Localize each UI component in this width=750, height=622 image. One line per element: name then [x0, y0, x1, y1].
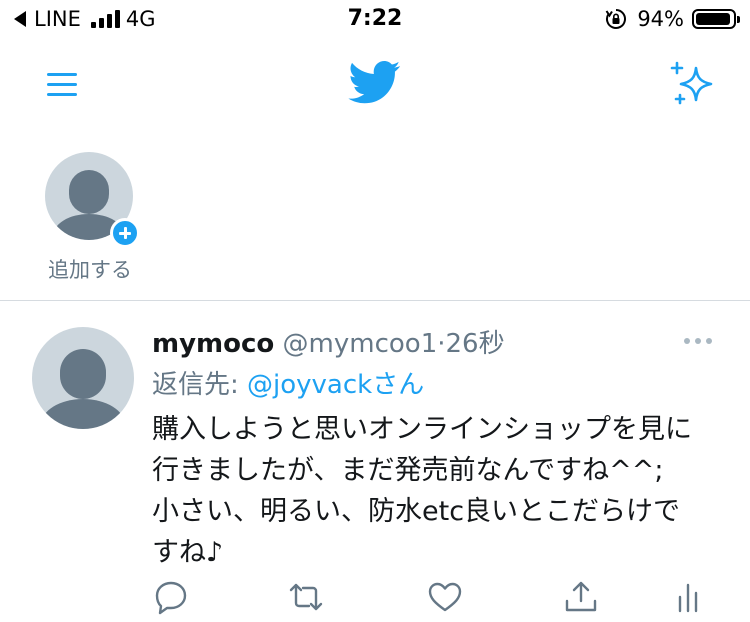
tweet-body: 購入しようと思いオンラインショップを見に 行きましたが、まだ発売前なんですね^^… — [152, 409, 742, 573]
add-fleet-label: 追加する — [48, 258, 132, 282]
hamburger-menu-icon[interactable] — [45, 64, 83, 102]
status-bar: LINE 4G 7:22 94% — [0, 0, 750, 42]
user-handle[interactable]: @mymcoo1 — [283, 329, 438, 359]
battery-cap — [737, 16, 740, 23]
fleets-row: 追加する — [0, 132, 750, 300]
person-silhouette-icon — [41, 349, 125, 429]
reply-icon[interactable] — [153, 579, 189, 615]
battery-icon — [692, 9, 740, 29]
tweet-text-line: 購入しようと思いオンラインショップを見に — [152, 414, 692, 445]
twitter-bird-icon[interactable] — [345, 56, 405, 108]
status-right: 94% — [605, 7, 740, 31]
tweet-text-line: 行きましたが、まだ発売前なんですね^^; — [152, 455, 664, 486]
more-options-icon[interactable] — [684, 338, 712, 344]
display-name[interactable]: mymoco — [152, 329, 274, 359]
share-icon[interactable] — [563, 579, 599, 615]
tweet-header: mymoco @mymcoo1·26秒 — [152, 323, 505, 360]
plus-icon — [110, 218, 140, 248]
tweet-actions — [0, 579, 750, 619]
tweet-avatar[interactable] — [32, 327, 134, 429]
top-nav-bar — [0, 42, 750, 132]
separator-dot: · — [437, 329, 446, 359]
orientation-lock-icon — [605, 9, 627, 29]
retweet-icon[interactable] — [288, 579, 324, 615]
tweet-text-line: すね♪ — [152, 537, 224, 568]
analytics-icon[interactable] — [670, 579, 706, 615]
battery-fill — [696, 13, 730, 25]
tweet[interactable]: mymoco @mymcoo1·26秒 返信先: @joyvackさん 購入しよ… — [0, 301, 750, 622]
reply-context: 返信先: @joyvackさん — [152, 364, 424, 401]
tweet-text-line: 小さい、明るい、防水etc良いとこだらけで — [152, 496, 681, 527]
reply-prefix: 返信先: — [152, 370, 248, 400]
tweet-timestamp: 26秒 — [445, 329, 505, 359]
battery-percent: 94% — [637, 7, 684, 31]
like-icon[interactable] — [427, 579, 463, 615]
sparkle-icon[interactable] — [668, 60, 720, 112]
reply-to-link[interactable]: @joyvackさん — [247, 370, 424, 400]
